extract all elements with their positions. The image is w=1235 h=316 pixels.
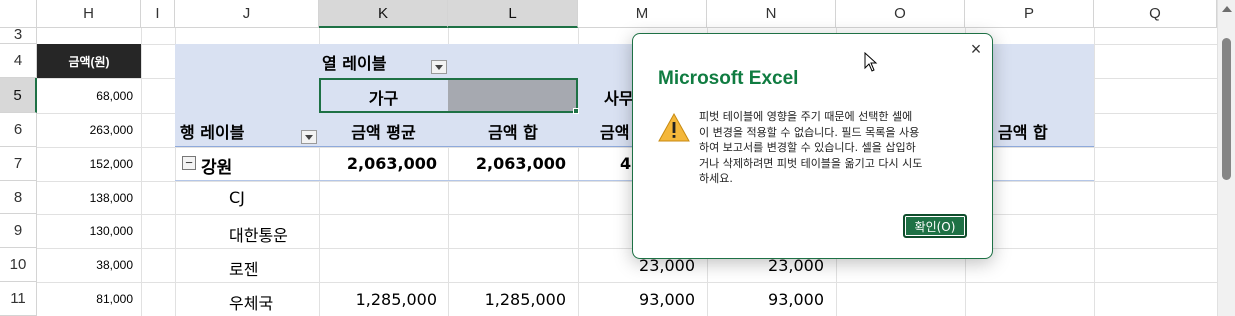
samu-amount-header: 금액	[600, 123, 630, 142]
pivot-item-label[interactable]: 로젠	[229, 256, 258, 280]
row-header-6[interactable]: 6	[0, 113, 37, 147]
pivot-item-label[interactable]: 대한통운	[229, 222, 288, 246]
row-header-10[interactable]: 10	[0, 248, 37, 282]
region-sum-value[interactable]: 2,063,000	[448, 154, 566, 173]
region-samu-value[interactable]: 4	[620, 154, 631, 173]
column-header-n[interactable]: N	[707, 0, 836, 28]
column-header-l[interactable]: L	[448, 0, 578, 28]
scroll-up-icon[interactable]	[1222, 6, 1232, 12]
gridline	[1094, 28, 1095, 316]
column-header-q[interactable]: Q	[1094, 0, 1217, 28]
column-header-j[interactable]: J	[175, 0, 319, 28]
gridline	[37, 248, 1217, 249]
gridline	[141, 28, 142, 316]
dialog-message: 피벗 테이블에 영향을 주기 때문에 선택한 셀에 이 변경을 적용할 수 없습…	[699, 110, 923, 186]
excel-alert-dialog: × Microsoft Excel 피벗 테이블에 영향을 주기 때문에 선택한…	[632, 33, 993, 259]
amount-cell[interactable]: 138,000	[37, 181, 141, 214]
pivot-item-label[interactable]: 우체국	[229, 290, 273, 314]
avg-amount-header: 금액 평균	[351, 123, 416, 142]
total-sum-header: 금액 합	[998, 123, 1048, 142]
select-all-corner[interactable]	[0, 0, 37, 28]
scroll-thumb[interactable]	[1222, 38, 1231, 180]
region-label[interactable]: 강원	[201, 153, 232, 178]
gridline	[37, 181, 1217, 182]
row-header-5[interactable]: 5	[0, 78, 37, 113]
selected-cell-highlight	[448, 80, 576, 111]
pivot-item-label[interactable]: CJ	[229, 188, 245, 207]
pivot-group-samu[interactable]: 사무	[604, 85, 633, 109]
amount-cell[interactable]: 81,000	[37, 282, 141, 316]
close-icon[interactable]: ×	[965, 38, 987, 60]
dialog-title: Microsoft Excel	[658, 68, 799, 89]
column-header-h[interactable]: H	[37, 0, 141, 28]
fill-handle[interactable]	[573, 108, 579, 114]
row-header-3[interactable]: 3	[0, 26, 37, 44]
row-header-11[interactable]: 11	[0, 282, 37, 316]
row-header-8[interactable]: 8	[0, 181, 37, 214]
column-header-o[interactable]: O	[836, 0, 965, 28]
pivot-value-cell[interactable]: 1,285,000	[448, 290, 566, 309]
pivot-value-cell[interactable]: 93,000	[578, 290, 695, 309]
column-label-filter-dropdown[interactable]	[431, 60, 447, 74]
warning-icon	[658, 113, 690, 142]
region-avg-value[interactable]: 2,063,000	[319, 154, 437, 173]
amount-cell[interactable]: 68,000	[37, 78, 141, 113]
pivot-value-cell[interactable]: 93,000	[707, 290, 824, 309]
amount-cell[interactable]: 130,000	[37, 214, 141, 248]
collapse-button[interactable]: −	[182, 156, 196, 170]
ok-button[interactable]: 확인(O)	[903, 214, 967, 238]
row-header-4[interactable]: 4	[0, 44, 37, 78]
pivot-value-cell[interactable]: 1,285,000	[319, 290, 437, 309]
row-label-filter-dropdown[interactable]	[301, 130, 317, 144]
pivot-group-gagu[interactable]: 가구	[319, 85, 448, 109]
amount-cell[interactable]: 38,000	[37, 248, 141, 282]
mouse-cursor-icon	[864, 52, 878, 72]
column-header-k[interactable]: K	[319, 0, 448, 28]
gridline	[37, 282, 1217, 283]
row-header-9[interactable]: 9	[0, 214, 37, 248]
column-header-m[interactable]: M	[578, 0, 707, 28]
row-header-7[interactable]: 7	[0, 147, 37, 181]
column-header-i[interactable]: I	[141, 0, 175, 28]
gridline	[37, 147, 1217, 148]
gridline	[37, 214, 1217, 215]
amount-cell[interactable]: 152,000	[37, 147, 141, 181]
sum-amount-header: 금액 합	[488, 123, 538, 142]
column-header-p[interactable]: P	[965, 0, 1094, 28]
pivot-column-labels: 열 레이블	[322, 54, 387, 73]
pivot-row-labels: 행 레이블	[180, 123, 245, 142]
vertical-scrollbar[interactable]	[1217, 0, 1235, 316]
amount-header-cell[interactable]: 금액(원)	[37, 44, 141, 78]
amount-cell[interactable]: 263,000	[37, 113, 141, 147]
